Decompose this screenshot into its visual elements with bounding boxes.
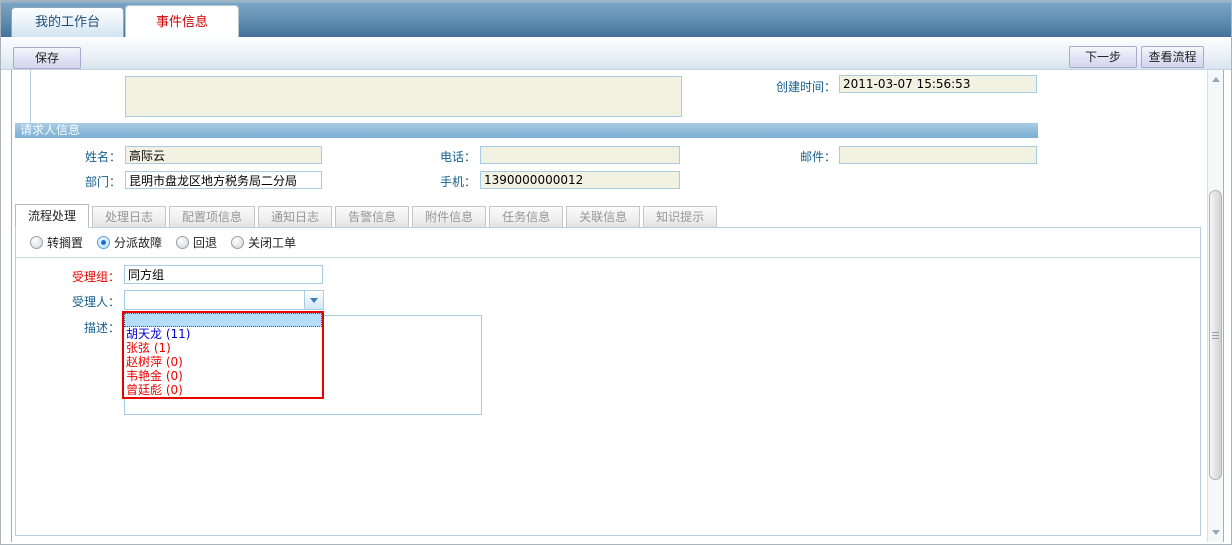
- save-button[interactable]: 保存: [13, 47, 81, 69]
- mobile-label: 手机：: [398, 173, 476, 190]
- toolbar: [1, 37, 1232, 70]
- scrolled-fieldset-border: [30, 70, 31, 123]
- main-tab-bar: 我的工作台 事件信息: [1, 1, 1232, 37]
- vertical-scrollbar[interactable]: [1207, 70, 1223, 542]
- tab-notify-log[interactable]: 通知日志: [258, 206, 332, 228]
- next-step-button[interactable]: 下一步: [1069, 46, 1137, 68]
- email-label: 邮件：: [758, 148, 836, 165]
- tab-my-workbench[interactable]: 我的工作台: [11, 7, 124, 39]
- event-description-textarea[interactable]: [125, 76, 682, 117]
- department-label: 部门：: [41, 173, 121, 190]
- accept-group-label: 受理组：: [42, 268, 120, 285]
- accept-person-label: 受理人：: [42, 293, 120, 310]
- detail-tab-strip: 流程处理 处理日志 配置项信息 通知日志 告警信息 附件信息 任务信息 关联信息…: [15, 204, 720, 228]
- radio-icon[interactable]: [30, 236, 43, 249]
- tab-handling-log[interactable]: 处理日志: [92, 206, 166, 228]
- scroll-down-icon[interactable]: [1209, 524, 1223, 540]
- dropdown-option-empty[interactable]: [124, 313, 322, 327]
- radio-icon[interactable]: [176, 236, 189, 249]
- radio-label: 关闭工单: [248, 234, 296, 251]
- accept-person-combobox[interactable]: [124, 290, 324, 310]
- radio-dispatch-fault[interactable]: 分派故障: [97, 234, 162, 251]
- name-field[interactable]: [125, 146, 322, 164]
- mobile-field[interactable]: [480, 171, 680, 189]
- tab-task-info[interactable]: 任务信息: [489, 206, 563, 228]
- accept-person-dropdown-list: 胡天龙 (11) 张弦 (1) 赵树萍 (0) 韦艳金 (0) 曾廷彪 (0): [122, 311, 324, 399]
- radio-close-ticket[interactable]: 关闭工单: [231, 234, 296, 251]
- tab-knowledge-tips[interactable]: 知识提示: [643, 206, 717, 228]
- dropdown-option[interactable]: 曾廷彪 (0): [124, 383, 322, 397]
- scroll-up-icon[interactable]: [1209, 72, 1223, 88]
- department-field[interactable]: [125, 171, 322, 189]
- radio-rollback[interactable]: 回退: [176, 234, 217, 251]
- tab-event-info[interactable]: 事件信息: [125, 5, 239, 39]
- view-process-button[interactable]: 查看流程: [1141, 46, 1204, 68]
- create-time-field[interactable]: [839, 75, 1037, 93]
- tab-alarm-info[interactable]: 告警信息: [335, 206, 409, 228]
- application-window: 我的工作台 事件信息 保存 下一步 查看流程 创建时间： 请求人信息 姓名： 电…: [0, 0, 1232, 545]
- scrollbar-thumb[interactable]: [1209, 190, 1222, 480]
- action-radio-group: 转搁置 分派故障 回退 关闭工单: [16, 228, 1200, 258]
- radio-label: 分派故障: [114, 234, 162, 251]
- dropdown-option[interactable]: 韦艳金 (0): [124, 369, 322, 383]
- tab-related-info[interactable]: 关联信息: [566, 206, 640, 228]
- dropdown-option[interactable]: 赵树萍 (0): [124, 355, 322, 369]
- chevron-down-icon[interactable]: [304, 291, 323, 309]
- radio-label: 回退: [193, 234, 217, 251]
- tab-attachment-info[interactable]: 附件信息: [412, 206, 486, 228]
- radio-transfer-hold[interactable]: 转搁置: [30, 234, 83, 251]
- dropdown-option[interactable]: 张弦 (1): [124, 341, 322, 355]
- create-time-label: 创建时间：: [734, 78, 836, 95]
- phone-label: 电话：: [398, 148, 476, 165]
- description-label: 描述：: [46, 319, 120, 336]
- email-field[interactable]: [839, 146, 1037, 164]
- phone-field[interactable]: [480, 146, 680, 164]
- radio-icon[interactable]: [231, 236, 244, 249]
- name-label: 姓名：: [41, 148, 121, 165]
- accept-group-field[interactable]: [124, 265, 323, 284]
- radio-label: 转搁置: [47, 234, 83, 251]
- requester-section-header: 请求人信息: [15, 123, 1038, 138]
- radio-icon[interactable]: [97, 236, 110, 249]
- tab-config-item-info[interactable]: 配置项信息: [169, 206, 255, 228]
- tab-process-handling[interactable]: 流程处理: [15, 204, 89, 228]
- dropdown-option[interactable]: 胡天龙 (11): [124, 327, 322, 341]
